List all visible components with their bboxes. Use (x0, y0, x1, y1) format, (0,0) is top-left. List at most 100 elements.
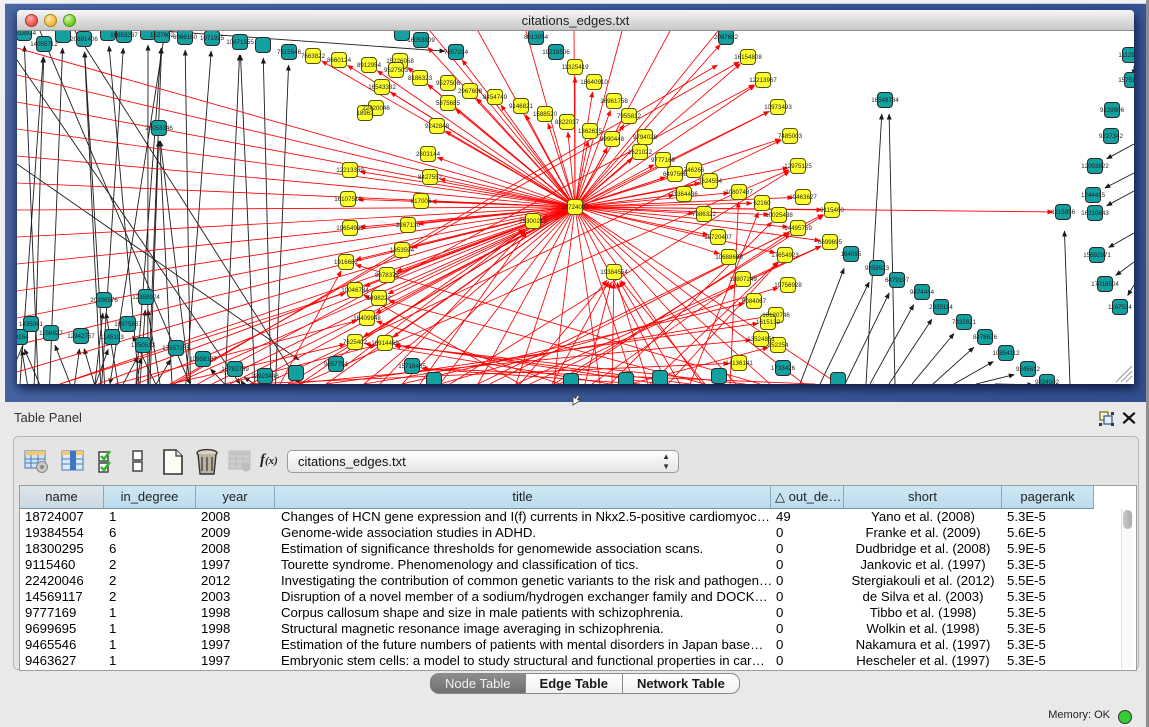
svg-text:817006: 817006 (411, 198, 432, 205)
svg-text:6479197: 6479197 (885, 277, 910, 284)
svg-text:9527503: 9527503 (384, 67, 409, 74)
svg-text:19654985: 19654985 (336, 225, 364, 232)
svg-text:10807487: 10807487 (725, 189, 753, 196)
svg-text:16210643: 16210643 (1081, 210, 1109, 217)
svg-text:15751074: 15751074 (1118, 77, 1134, 84)
svg-text:15716485: 15716485 (398, 363, 426, 370)
svg-text:16543382: 16543382 (368, 84, 396, 91)
svg-text:16914469: 16914469 (371, 340, 399, 347)
svg-text:19218506: 19218506 (542, 49, 570, 56)
svg-text:19463627: 19463627 (789, 194, 817, 201)
svg-text:18963: 18963 (356, 110, 374, 117)
svg-text:1362615: 1362615 (578, 128, 603, 135)
svg-text:8878372: 8878372 (375, 272, 400, 279)
svg-text:12923446: 12923446 (251, 373, 279, 380)
svg-text:11325419: 11325419 (561, 64, 589, 71)
svg-text:10671355: 10671355 (226, 39, 254, 46)
svg-text:16548784: 16548784 (871, 97, 899, 104)
svg-text:9115460: 9115460 (820, 207, 844, 214)
svg-text:9129906: 9129906 (1100, 107, 1125, 114)
svg-text:8912954: 8912954 (357, 62, 382, 69)
svg-text:5875685: 5875685 (436, 100, 461, 107)
svg-text:7663822: 7663822 (301, 53, 326, 60)
svg-text:1244415: 1244415 (1081, 192, 1106, 199)
svg-text:10025438: 10025438 (765, 212, 793, 219)
svg-text:16120746: 16120746 (762, 312, 790, 319)
svg-text:9146821: 9146821 (509, 103, 534, 110)
svg-text:16154808: 16154808 (734, 54, 762, 61)
svg-text:12942757: 12942757 (67, 333, 95, 340)
svg-text:8813054: 8813054 (524, 34, 549, 41)
svg-text:1615132: 1615132 (756, 319, 781, 326)
svg-text:7485003: 7485003 (778, 133, 803, 140)
svg-text:10688609: 10688609 (715, 254, 743, 261)
svg-text:15720407: 15720407 (704, 234, 732, 241)
svg-text:2087682: 2087682 (714, 34, 739, 41)
svg-text:6699695: 6699695 (818, 239, 843, 246)
svg-text:10854112: 10854112 (992, 350, 1020, 357)
svg-text:16107519: 16107519 (334, 196, 362, 203)
svg-text:12093822: 12093822 (1081, 163, 1109, 170)
svg-text:1733426: 1733426 (771, 365, 796, 372)
svg-text:12975125: 12975125 (784, 163, 812, 170)
svg-text:1167534: 1167534 (1108, 304, 1132, 311)
svg-text:9242848: 9242848 (425, 123, 450, 130)
svg-text:8454749: 8454749 (483, 94, 508, 101)
svg-text:16961758: 16961758 (600, 98, 628, 105)
svg-text:15226058: 15226058 (386, 58, 414, 65)
svg-text:7357224: 7357224 (444, 49, 469, 56)
svg-text:1145193: 1145193 (100, 334, 124, 341)
svg-text:3267130: 3267130 (396, 222, 421, 229)
svg-text:9245612: 9245612 (1016, 366, 1041, 373)
svg-text:7986322: 7986322 (692, 211, 717, 218)
svg-text:1353594: 1353594 (390, 247, 415, 254)
svg-text:15692971: 15692971 (1083, 252, 1111, 259)
svg-text:1498222: 1498222 (367, 295, 392, 302)
svg-text:10653287: 10653287 (110, 32, 138, 39)
svg-text:7832621: 7832621 (952, 319, 977, 326)
svg-text:1435061: 1435061 (19, 321, 44, 328)
svg-text:9657791: 9657791 (324, 361, 349, 368)
svg-text:1071915: 1071915 (200, 35, 225, 42)
svg-text:3624554: 3624554 (698, 178, 723, 185)
svg-text:62160: 62160 (753, 200, 771, 207)
svg-text:8990448: 8990448 (600, 136, 625, 143)
svg-text:9794028: 9794028 (633, 134, 658, 141)
svg-text:9858923: 9858923 (865, 265, 890, 272)
svg-text:18640910: 18640910 (580, 79, 608, 86)
svg-text:8186323: 8186323 (408, 75, 433, 82)
svg-text:1621022: 1621022 (628, 149, 653, 156)
svg-text:14495759: 14495759 (784, 225, 812, 232)
svg-text:19756928: 19756928 (774, 282, 802, 289)
svg-text:16053809: 16053809 (407, 37, 435, 44)
svg-text:17654923: 17654923 (771, 252, 799, 259)
svg-text:19384554: 19384554 (600, 269, 628, 276)
svg-text:18724007: 18724007 (561, 204, 589, 211)
svg-text:39154: 39154 (17, 334, 29, 341)
svg-text:16409948: 16409948 (353, 315, 381, 322)
svg-text:2803144: 2803144 (416, 151, 441, 158)
svg-text:7625402: 7625402 (343, 339, 368, 346)
svg-text:17016504: 17016504 (1091, 281, 1119, 288)
svg-text:25300213: 25300213 (519, 218, 547, 225)
svg-text:1156827: 1156827 (39, 330, 63, 337)
svg-text:10975887: 10975887 (114, 321, 142, 328)
svg-text:164095: 164095 (841, 251, 862, 258)
svg-text:10973493: 10973493 (764, 104, 792, 111)
svg-text:6966160: 6966160 (173, 34, 198, 41)
svg-text:8215956: 8215956 (1051, 209, 1076, 216)
svg-text:12213967: 12213967 (749, 77, 777, 84)
svg-text:9824502: 9824502 (1035, 379, 1060, 384)
svg-text:20691406: 20691406 (70, 36, 98, 43)
svg-text:10958107: 10958107 (189, 356, 217, 363)
svg-text:1527602: 1527602 (150, 32, 175, 39)
svg-text:18807249: 18807249 (729, 276, 757, 283)
svg-text:12213369: 12213369 (336, 167, 364, 174)
svg-text:7955812: 7955812 (617, 113, 642, 120)
svg-text:7515546: 7515546 (277, 49, 302, 56)
svg-text:746266: 746266 (684, 167, 705, 174)
svg-text:2967608: 2967608 (458, 88, 483, 95)
svg-text:1112904: 1112904 (1118, 52, 1134, 59)
svg-text:1588520: 1588520 (533, 111, 558, 118)
svg-text:20053346: 20053346 (145, 125, 173, 132)
